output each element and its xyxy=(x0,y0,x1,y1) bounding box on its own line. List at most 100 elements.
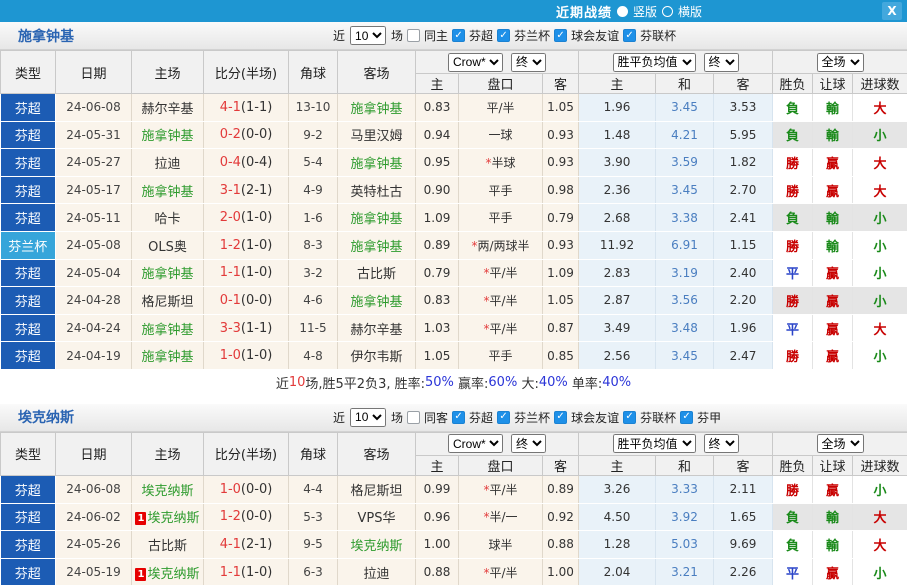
euro-away-odds: 1.15 xyxy=(714,231,773,259)
league-checkbox-label[interactable]: 球会友谊 xyxy=(571,27,619,44)
score-cell: 1-0(1-0) xyxy=(204,342,289,370)
league-checkbox-1[interactable]: ✓ xyxy=(497,29,510,42)
asian-handicap-line: 平手 xyxy=(459,176,543,204)
col-header-4: 角球 xyxy=(289,432,338,475)
league-checkbox-label[interactable]: 芬超 xyxy=(469,409,493,426)
summary-segment: 赢率: xyxy=(454,373,489,392)
handicap-result-cell: 贏 xyxy=(813,176,853,204)
radio-horizontal-layout[interactable] xyxy=(662,6,673,17)
away-team-cell: 马里汉姆 xyxy=(338,121,416,149)
handicap-result-cell: 贏 xyxy=(813,287,853,315)
col-header-5: 客场 xyxy=(338,51,416,94)
header-select-1-1[interactable]: 终 xyxy=(704,53,739,72)
halftime-score: (0-0) xyxy=(241,293,272,308)
header-row-dropdowns: 类型日期主场比分(半场)角球客场Crow*终胜平负均值终全场 xyxy=(1,51,907,74)
league-checkbox-label[interactable]: 芬联杯 xyxy=(640,409,676,426)
halftime-score: (0-0) xyxy=(241,509,272,524)
header-select-2-0[interactable]: 全场 xyxy=(817,53,864,72)
league-checkbox-0[interactable]: ✓ xyxy=(452,411,465,424)
match-count-select[interactable]: 10 xyxy=(350,408,386,427)
subcol-header-2-2: 进球数 xyxy=(853,74,907,94)
radio-vertical-layout[interactable] xyxy=(617,6,628,17)
goals-result-cell: 大 xyxy=(853,314,907,342)
match-count-select[interactable]: 10 xyxy=(350,26,386,45)
asian-home-odds: 0.88 xyxy=(416,558,459,586)
corners-cell: 3-2 xyxy=(289,259,338,287)
league-checkbox-2[interactable]: ✓ xyxy=(554,411,567,424)
euro-draw-odds: 3.33 xyxy=(656,475,714,503)
asian-home-odds: 0.83 xyxy=(416,94,459,122)
match-result-cell: 勝 xyxy=(773,475,813,503)
league-cell: 芬超 xyxy=(1,121,56,149)
team-section-bar: 埃克纳斯近10场同客✓芬超✓芬兰杯✓球会友谊✓芬联杯✓芬甲 xyxy=(0,404,907,432)
asian-handicap-line: *两/两球半 xyxy=(459,231,543,259)
date-cell: 24-04-28 xyxy=(56,287,132,315)
match-result-cell: 勝 xyxy=(773,231,813,259)
header-group-selects: Crow* 终 xyxy=(416,53,578,72)
col-header-3: 比分(半场) xyxy=(204,51,289,94)
same-venue-label[interactable]: 同客 xyxy=(424,409,448,426)
header-row-dropdowns: 类型日期主场比分(半场)角球客场Crow*终胜平负均值终全场 xyxy=(1,432,907,455)
table-row: 芬超24-04-24施拿钟基3-3(1-1)11-5赫尔辛基1.03*平/半0.… xyxy=(1,314,907,342)
corners-cell: 9-2 xyxy=(289,121,338,149)
line-text: 一球 xyxy=(488,128,512,142)
asian-away-odds: 0.93 xyxy=(543,121,579,149)
header-select-1-0[interactable]: 胜平负均值 xyxy=(613,434,696,453)
asian-handicap-line: *平/半 xyxy=(459,314,543,342)
euro-draw-odds: 3.21 xyxy=(656,558,714,586)
same-venue-label[interactable]: 同主 xyxy=(424,27,448,44)
league-checkbox-label[interactable]: 芬兰杯 xyxy=(514,409,550,426)
fulltime-score: 0-4 xyxy=(220,155,241,170)
league-checkbox-label[interactable]: 芬联杯 xyxy=(640,27,676,44)
header-select-0-0[interactable]: Crow* xyxy=(448,53,503,72)
corners-cell: 5-3 xyxy=(289,503,338,531)
home-team-cell: 哈卡 xyxy=(132,204,204,232)
league-checkbox-label[interactable]: 芬兰杯 xyxy=(514,27,550,44)
league-cell: 芬超 xyxy=(1,558,56,586)
league-checkbox-4[interactable]: ✓ xyxy=(680,411,693,424)
same-venue-checkbox[interactable] xyxy=(407,411,420,424)
euro-draw-odds: 3.56 xyxy=(656,287,714,315)
league-checkbox-2[interactable]: ✓ xyxy=(554,29,567,42)
league-checkbox-3[interactable]: ✓ xyxy=(623,411,636,424)
handicap-result-cell: 贏 xyxy=(813,558,853,586)
euro-home-odds: 1.48 xyxy=(579,121,656,149)
header-select-2-0[interactable]: 全场 xyxy=(817,434,864,453)
league-checkbox-label[interactable]: 芬甲 xyxy=(697,409,721,426)
league-checkbox-3[interactable]: ✓ xyxy=(623,29,636,42)
goals-result-cell: 大 xyxy=(853,531,907,559)
league-checkbox-label[interactable]: 芬超 xyxy=(469,27,493,44)
euro-draw-odds: 3.59 xyxy=(656,149,714,177)
radio-horizontal-label[interactable]: 横版 xyxy=(678,3,702,20)
header-group-selects: 胜平负均值终 xyxy=(579,434,772,453)
asian-home-odds: 1.03 xyxy=(416,314,459,342)
match-result-cell: 負 xyxy=(773,531,813,559)
summary-segment: 50% xyxy=(425,375,454,390)
halftime-score: (1-1) xyxy=(241,321,272,336)
header-group-2: 全场 xyxy=(773,432,907,455)
league-checkbox-label[interactable]: 球会友谊 xyxy=(571,409,619,426)
match-result-cell: 平 xyxy=(773,558,813,586)
goals-result-cell: 大 xyxy=(853,176,907,204)
away-team-cell: 赫尔辛基 xyxy=(338,314,416,342)
close-icon[interactable]: X xyxy=(882,2,902,20)
line-text: 平/半 xyxy=(489,483,517,497)
summary-segment: 大: xyxy=(517,373,539,392)
league-checkbox-1[interactable]: ✓ xyxy=(497,411,510,424)
team-label: 施拿钟基 xyxy=(141,185,193,200)
team-label: 施拿钟基 xyxy=(350,102,402,117)
same-venue-checkbox[interactable] xyxy=(407,29,420,42)
header-select-0-1[interactable]: 终 xyxy=(511,434,546,453)
radio-vertical-label[interactable]: 竖版 xyxy=(633,3,657,20)
team-name: 施拿钟基 xyxy=(18,26,74,46)
home-team-cell: 赫尔辛基 xyxy=(132,94,204,122)
header-select-0-0[interactable]: Crow* xyxy=(448,434,503,453)
header-select-1-0[interactable]: 胜平负均值 xyxy=(613,53,696,72)
team-label: 哈卡 xyxy=(154,212,180,227)
section-gap xyxy=(0,396,907,404)
header-select-1-1[interactable]: 终 xyxy=(704,434,739,453)
euro-away-odds: 2.47 xyxy=(714,342,773,370)
league-checkbox-0[interactable]: ✓ xyxy=(452,29,465,42)
away-team-cell: 古比斯 xyxy=(338,259,416,287)
header-select-0-1[interactable]: 终 xyxy=(511,53,546,72)
